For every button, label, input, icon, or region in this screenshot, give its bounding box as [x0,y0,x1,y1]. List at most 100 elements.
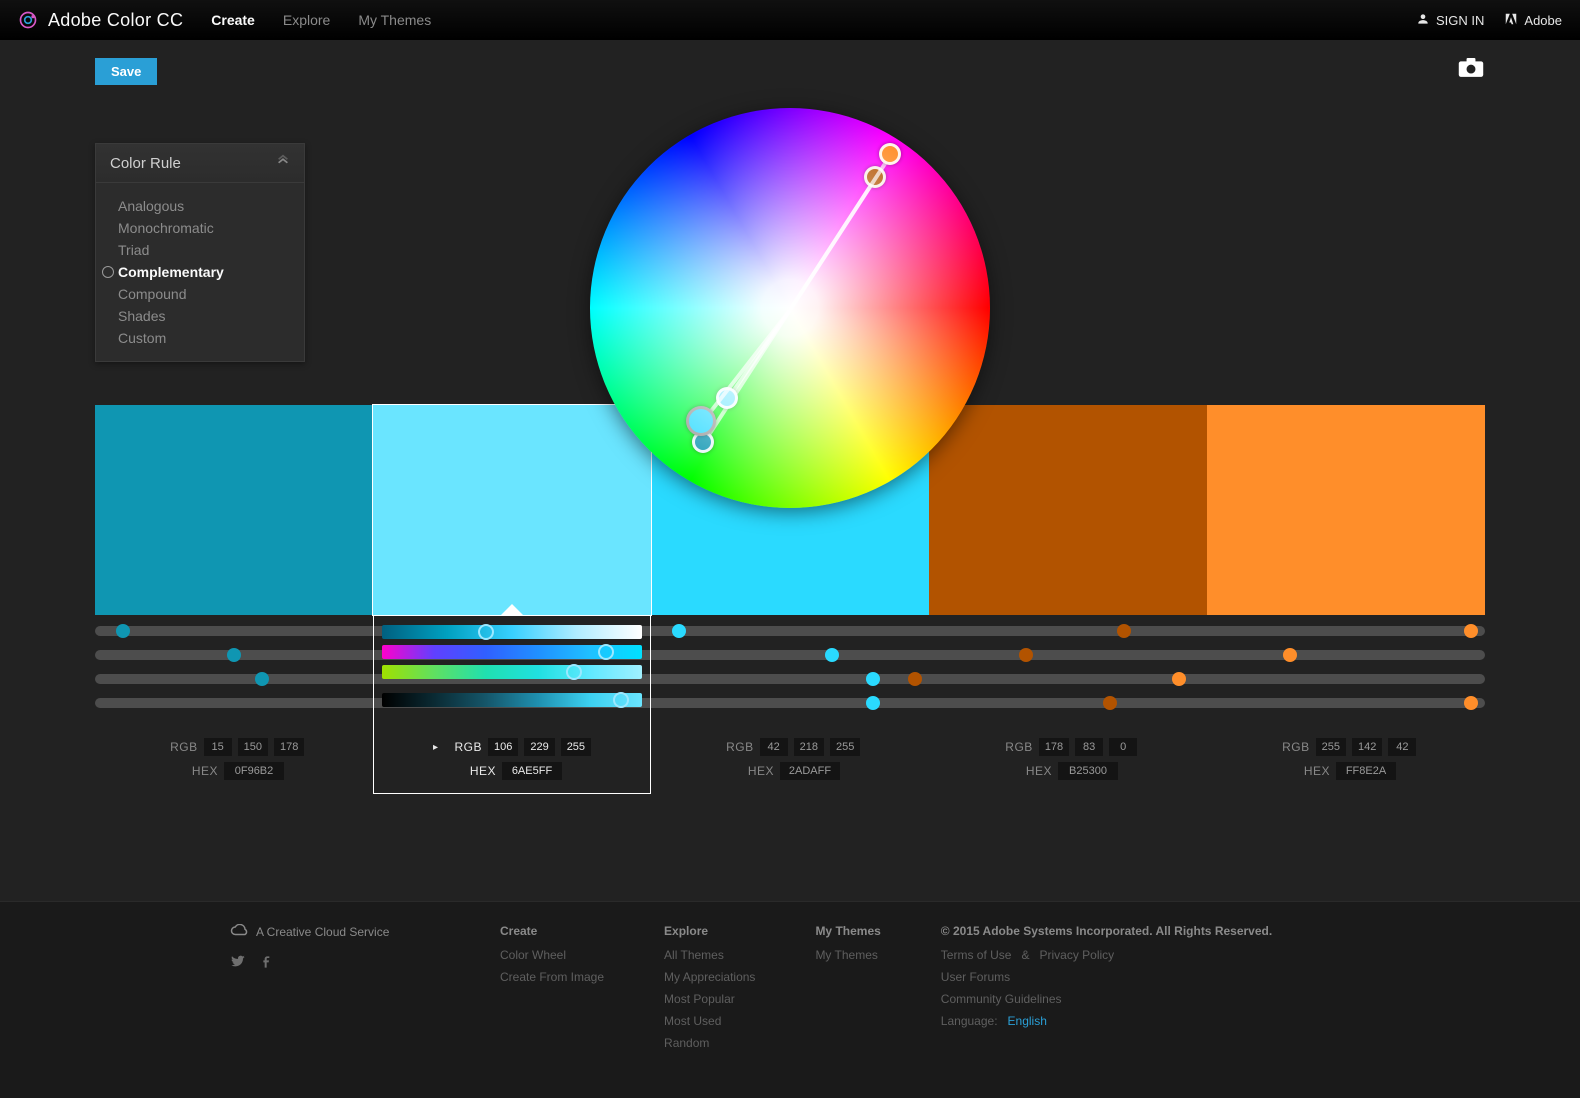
rule-option-complementary[interactable]: Complementary [96,261,304,283]
wheel-handle[interactable] [864,166,886,188]
values-row: RGB15150178HEX0F96B2RGB106229255HEX6AE5F… [95,732,1485,796]
rule-option-triad[interactable]: Triad [96,239,304,261]
logo[interactable]: Adobe Color CC [18,10,183,31]
footer-link[interactable]: Create From Image [500,970,604,984]
slider-handle[interactable] [1019,648,1033,662]
footer-legal-link[interactable]: Privacy Policy [1040,948,1115,962]
hex-value[interactable]: FF8E2A [1336,762,1396,780]
adobe-link[interactable]: Adobe [1504,12,1562,29]
slider-handle[interactable] [255,672,269,686]
slider-handle[interactable] [908,672,922,686]
slider-track[interactable] [95,650,1485,660]
color-wheel[interactable] [590,108,990,508]
footer-language-row: Language: English [941,1014,1350,1028]
footer-col-explore: Explore All Themes My Appreciations Most Po… [664,924,755,1058]
slider-handle[interactable] [227,648,241,662]
slider-handle[interactable] [866,672,880,686]
footer-col-title: My Themes [815,924,880,938]
footer-link[interactable]: My Appreciations [664,970,755,984]
signin-label: SIGN IN [1436,13,1484,28]
camera-button[interactable] [1457,58,1485,78]
footer-link[interactable]: All Themes [664,948,755,962]
twitter-icon[interactable] [230,953,246,972]
slider-handle[interactable] [866,696,880,710]
product-name: Adobe Color CC [48,10,183,31]
swatch-4[interactable] [1207,405,1485,615]
hex-value[interactable]: 2ADAFF [780,762,840,780]
color-rule-header[interactable]: Color Rule [96,144,304,183]
hue-slider[interactable] [382,645,642,659]
footer-brand-col: A Creative Cloud Service [230,924,440,1058]
header-left: Adobe Color CC Create Explore My Themes [18,10,431,31]
facebook-icon[interactable] [258,953,274,972]
rule-option-custom[interactable]: Custom [96,327,304,349]
footer-legal-link[interactable]: Terms of Use [941,948,1012,962]
footer-link[interactable]: Random [664,1036,755,1050]
rgb-value[interactable]: 83 [1075,738,1103,756]
rgb-value[interactable]: 42 [1388,738,1416,756]
camera-icon [1457,58,1485,78]
value-cell-2: RGB42218255HEX2ADAFF [651,732,929,796]
footer-col-create: CreateColor WheelCreate From Image [500,924,604,1058]
language-label: Language: [941,1014,998,1028]
footer-link[interactable]: Community Guidelines [941,992,1350,1006]
slider-track[interactable] [95,698,1485,708]
wheel-handle[interactable] [879,143,901,165]
slider-handle[interactable] [672,624,686,638]
rule-option-compound[interactable]: Compound [96,283,304,305]
rule-option-shades[interactable]: Shades [96,305,304,327]
footer-link[interactable]: Most Used [664,1014,755,1028]
social-links [230,953,440,972]
rule-option-monochromatic[interactable]: Monochromatic [96,217,304,239]
slider-handle[interactable] [1283,648,1297,662]
swatch-0[interactable] [95,405,373,615]
signin-link[interactable]: SIGN IN [1416,12,1484,29]
nav-my-themes[interactable]: My Themes [358,12,431,28]
nav-create[interactable]: Create [211,12,255,28]
wheel-handle[interactable] [692,431,714,453]
rgb-value[interactable]: 178 [274,738,304,756]
slider-handle[interactable] [1103,696,1117,710]
brightness-slider[interactable] [382,693,642,707]
active-swatch-editor [373,615,651,794]
rgb-value[interactable]: 150 [238,738,268,756]
footer-col-title: Explore [664,924,755,938]
rgb-value[interactable]: 0 [1109,738,1137,756]
save-button[interactable]: Save [95,58,157,85]
rgb-value[interactable]: 218 [794,738,824,756]
footer-legal-link: & [1021,948,1029,962]
rgb-value[interactable]: 178 [1039,738,1069,756]
language-select[interactable]: English [1008,1014,1047,1028]
header-right: SIGN IN Adobe [1416,12,1562,29]
saturation-slider[interactable] [382,625,642,639]
footer-copyright: © 2015 Adobe Systems Incorporated. All R… [941,924,1350,938]
footer-link[interactable]: User Forums [941,970,1350,984]
footer-link[interactable]: Color Wheel [500,948,604,962]
slider-handle[interactable] [1117,624,1131,638]
slider-handle[interactable] [1464,624,1478,638]
rule-option-analogous[interactable]: Analogous [96,195,304,217]
hex-value[interactable]: B25300 [1058,762,1118,780]
slider-handle[interactable] [1172,672,1186,686]
lightness-slider[interactable] [382,665,642,679]
slider-track[interactable] [95,626,1485,636]
slider-track[interactable] [95,674,1485,684]
nav-explore[interactable]: Explore [283,12,330,28]
rgb-value[interactable]: 142 [1352,738,1382,756]
rgb-value[interactable]: 15 [204,738,232,756]
workspace-top-row: Save [95,58,1485,85]
footer-link[interactable]: My Themes [815,948,880,962]
wheel-handle[interactable] [686,406,716,436]
rgb-value[interactable]: 42 [760,738,788,756]
adobe-label: Adobe [1524,13,1562,28]
slider-handle[interactable] [825,648,839,662]
slider-handle[interactable] [116,624,130,638]
rgb-value[interactable]: 255 [1316,738,1346,756]
rgb-value[interactable]: 255 [830,738,860,756]
footer-link[interactable]: Most Popular [664,992,755,1006]
wheel-handle[interactable] [716,387,738,409]
slider-handle[interactable] [1464,696,1478,710]
collapse-icon[interactable] [276,154,290,172]
footer-inner: A Creative Cloud Service CreateColor Whe… [230,924,1350,1058]
hex-value[interactable]: 0F96B2 [224,762,284,780]
